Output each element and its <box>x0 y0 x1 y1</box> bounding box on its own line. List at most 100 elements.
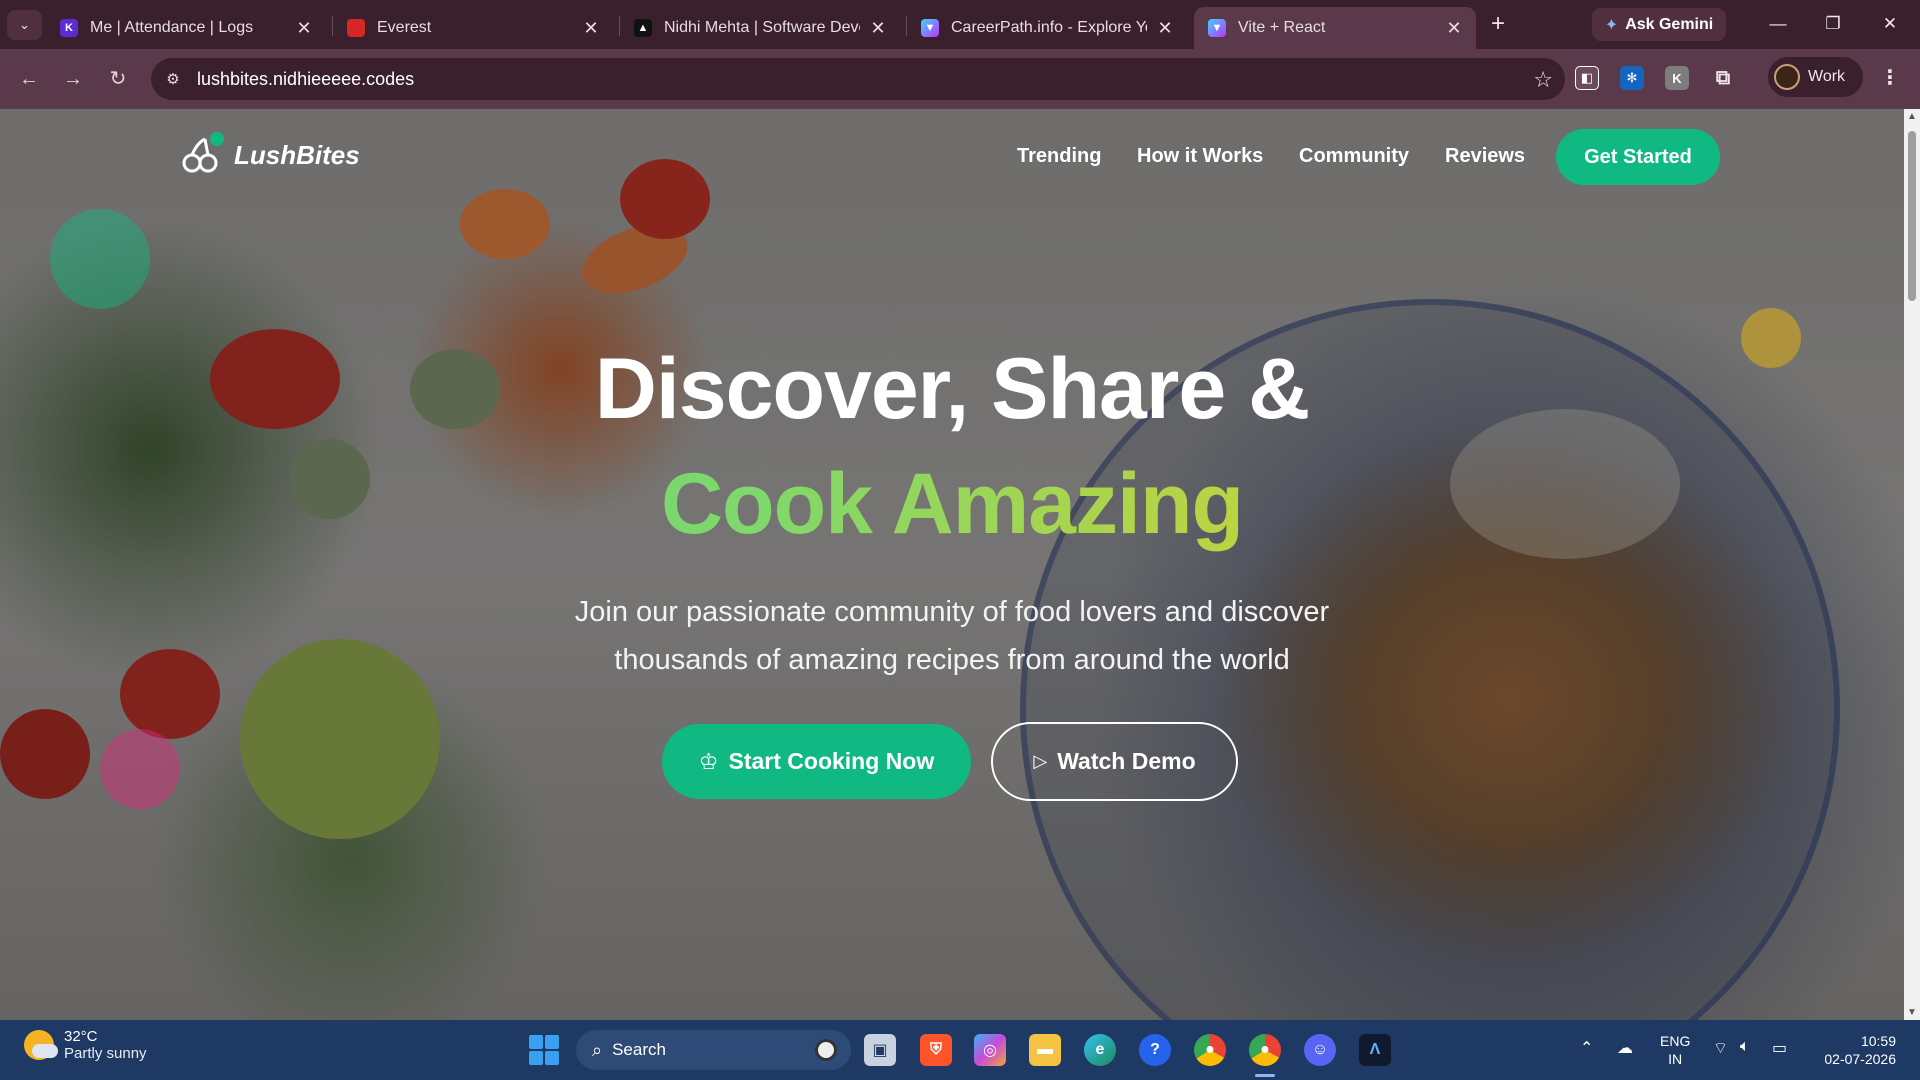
vite-icon: ▼ <box>921 19 939 37</box>
help-icon[interactable]: ? <box>1139 1034 1171 1066</box>
brand-logo-link[interactable]: LushBites <box>181 132 360 175</box>
weather-temp: 32°C <box>64 1028 98 1045</box>
clock[interactable]: 10:59 02-07-2026 <box>1816 1032 1896 1068</box>
brand-name: LushBites <box>234 139 360 170</box>
nav-link-how-it-works[interactable]: How it Works <box>1137 145 1263 168</box>
more-menu-icon[interactable]: ⋮ <box>1880 65 1900 90</box>
hero-subtitle: Join our passionate community of food lo… <box>0 588 1904 684</box>
reader-extension-icon[interactable]: ◧ <box>1575 66 1599 90</box>
start-cooking-button[interactable]: ♔ Start Cooking Now <box>662 724 971 799</box>
soccer-ball-icon <box>815 1039 837 1061</box>
close-icon[interactable]: ✕ <box>581 18 601 39</box>
triangle-icon: ▲ <box>634 19 652 37</box>
browser-toolbar: ← → ↻ ⚙ lushbites.nidhieeeee.codes ☆ ◧ ✻… <box>0 49 1920 109</box>
new-tab-button[interactable]: + <box>1484 12 1512 38</box>
battery-icon[interactable]: ▭ <box>1772 1038 1787 1058</box>
tab-title: Vite + React <box>1238 19 1326 36</box>
windows-start-icon[interactable] <box>529 1035 559 1065</box>
discord-icon[interactable]: ☺ <box>1304 1034 1336 1066</box>
volume-icon[interactable]: 🔈︎ <box>1740 1038 1750 1056</box>
bookmark-star-icon[interactable]: ☆ <box>1533 67 1553 93</box>
site-info-icon[interactable]: ⚙ <box>163 70 183 88</box>
keka-icon: K <box>60 19 78 37</box>
active-app-indicator <box>1255 1074 1275 1077</box>
scroll-down-icon[interactable]: ▼ <box>1907 1007 1917 1018</box>
scroll-up-icon[interactable]: ▲ <box>1907 111 1917 122</box>
partly-sunny-icon <box>24 1030 58 1060</box>
minimize-button[interactable]: — <box>1758 10 1798 38</box>
profile-label: Work <box>1808 68 1846 85</box>
tab-title: CareerPath.info - Explore Your <box>951 19 1147 36</box>
onedrive-cloud-icon[interactable]: ☁ <box>1617 1038 1633 1058</box>
profile-button[interactable]: Work <box>1768 57 1863 97</box>
close-window-button[interactable]: ✕ <box>1870 10 1910 38</box>
edge-icon[interactable]: e <box>1084 1034 1116 1066</box>
hero-subtitle-line2: thousands of amazing recipes from around… <box>614 644 1290 676</box>
tab-title: Me | Attendance | Logs <box>90 19 254 36</box>
cherry-logo-icon <box>181 132 224 175</box>
watch-demo-label: Watch Demo <box>1057 748 1196 774</box>
windows-taskbar: 32°C Partly sunny ⌕ Search ▣ ⛨ ◎ ▬ e ? ●… <box>0 1020 1920 1080</box>
android-studio-icon[interactable]: Λ <box>1359 1034 1391 1066</box>
back-icon[interactable]: ← <box>14 64 44 94</box>
avatar <box>1774 64 1800 90</box>
tab-search-button[interactable]: ⌄ <box>7 10 42 40</box>
reload-icon[interactable]: ↻ <box>103 64 133 94</box>
ask-gemini-button[interactable]: ✦ Ask Gemini <box>1592 8 1726 41</box>
tab-attendance[interactable]: K Me | Attendance | Logs ✕ <box>46 7 326 49</box>
restore-button[interactable]: ❐ <box>1813 10 1853 38</box>
chrome-profile-icon[interactable]: ● <box>1249 1034 1281 1066</box>
tab-vite-react[interactable]: ▼ Vite + React ✕ <box>1194 7 1476 49</box>
chef-hat-icon: ♔ <box>698 748 719 774</box>
ask-gemini-label: Ask Gemini <box>1625 15 1714 33</box>
tab-nidhi-mehta[interactable]: ▲ Nidhi Mehta | Software Devel ✕ <box>620 7 900 49</box>
decorative-bubble <box>100 729 180 809</box>
chrome-icon[interactable]: ● <box>1194 1034 1226 1066</box>
extensions-puzzle-icon[interactable]: ⧉ <box>1711 66 1735 90</box>
start-cooking-label: Start Cooking Now <box>728 748 935 774</box>
watch-demo-button[interactable]: ▷ Watch Demo <box>991 722 1238 801</box>
clock-date: 02-07-2026 <box>1824 1051 1896 1067</box>
copilot-icon[interactable]: ◎ <box>974 1034 1006 1066</box>
vite-icon: ▼ <box>1208 19 1226 37</box>
online-dot <box>210 132 224 146</box>
wifi-icon[interactable]: ⌔ <box>1713 1038 1728 1058</box>
close-icon[interactable]: ✕ <box>294 18 314 39</box>
file-explorer-icon[interactable]: ▬ <box>1029 1034 1061 1066</box>
forward-icon[interactable]: → <box>58 64 88 94</box>
close-icon[interactable]: ✕ <box>1444 18 1464 39</box>
everest-icon <box>347 19 365 37</box>
nav-link-community[interactable]: Community <box>1299 145 1409 168</box>
page-viewport <box>0 109 1904 1020</box>
url-text[interactable]: lushbites.nidhieeeee.codes <box>197 69 414 90</box>
nav-link-trending[interactable]: Trending <box>1017 145 1101 168</box>
tab-everest[interactable]: Everest ✕ <box>333 7 613 49</box>
taskbar-search-label: Search <box>612 1040 666 1059</box>
close-icon[interactable]: ✕ <box>1155 18 1175 39</box>
language-indicator[interactable]: ENG IN <box>1660 1032 1690 1068</box>
weather-widget[interactable]: 32°C Partly sunny <box>24 1028 147 1062</box>
tab-careerpath[interactable]: ▼ CareerPath.info - Explore Your ✕ <box>907 7 1187 49</box>
hero-title-line1: Discover, Share & <box>594 341 1310 437</box>
scrollbar-thumb[interactable] <box>1908 131 1916 301</box>
gemini-star-icon: ✦ <box>1604 16 1619 34</box>
address-bar[interactable]: ⚙ lushbites.nidhieeeee.codes ☆ <box>151 58 1565 100</box>
page-scrollbar[interactable]: ▲ ▼ <box>1904 109 1920 1020</box>
get-started-button[interactable]: Get Started <box>1556 129 1720 185</box>
clock-time: 10:59 <box>1860 1033 1896 1049</box>
close-icon[interactable]: ✕ <box>868 18 888 39</box>
nav-link-reviews[interactable]: Reviews <box>1445 145 1525 168</box>
play-icon: ▷ <box>1033 751 1048 771</box>
snowflake-extension-icon[interactable]: ✻ <box>1620 66 1644 90</box>
task-view-icon[interactable]: ▣ <box>864 1034 896 1066</box>
tab-title: Nidhi Mehta | Software Devel <box>664 19 860 36</box>
chevron-up-icon[interactable]: ⌃ <box>1580 1038 1593 1058</box>
hero-subtitle-line1: Join our passionate community of food lo… <box>574 596 1330 628</box>
tab-strip: ⌄ K Me | Attendance | Logs ✕ Everest ✕ ▲… <box>0 0 1920 49</box>
k-extension-icon[interactable]: K <box>1665 66 1689 90</box>
hero-title-line2: Cook Amazing <box>0 455 1904 554</box>
hero-overlay <box>0 109 1904 1020</box>
brave-icon[interactable]: ⛨ <box>920 1034 952 1066</box>
taskbar-search[interactable]: ⌕ Search <box>576 1030 851 1070</box>
decorative-bubble <box>50 209 150 309</box>
